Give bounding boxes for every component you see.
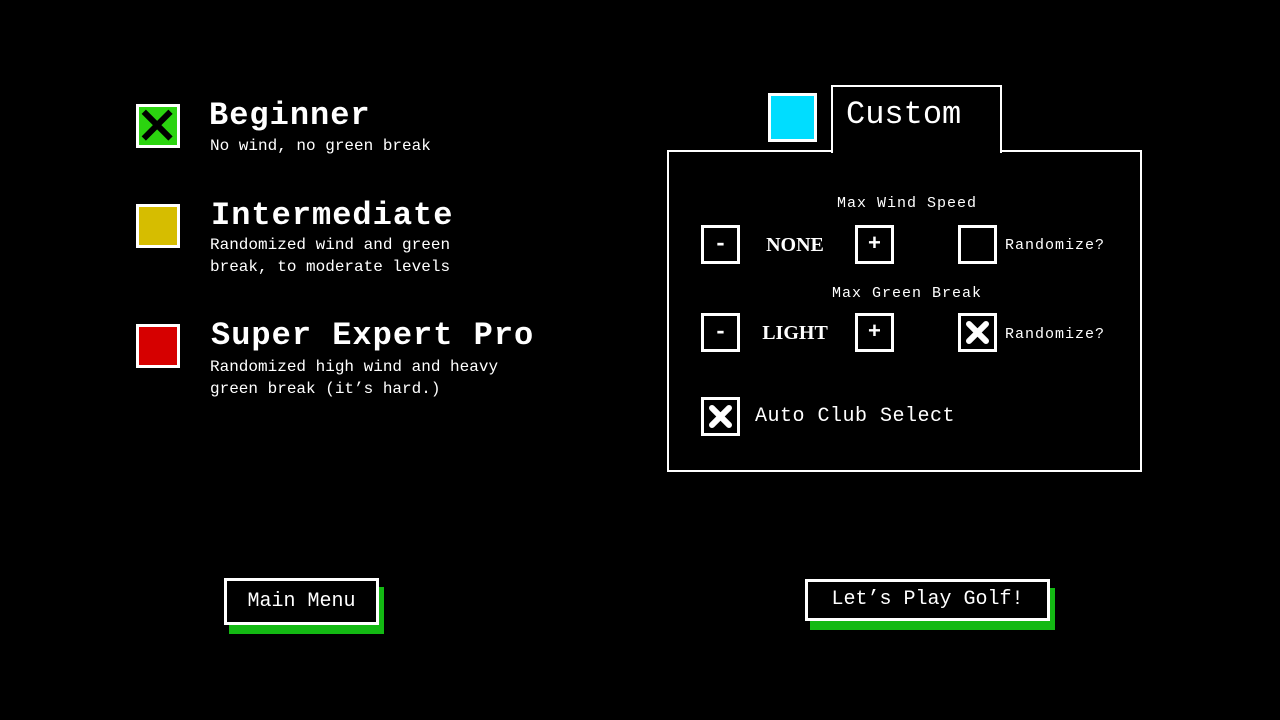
check-x-icon	[709, 405, 732, 428]
max-wind-speed-label: Max Wind Speed	[837, 195, 978, 212]
check-x-icon	[966, 321, 989, 344]
auto-club-select-checkbox[interactable]	[701, 397, 740, 436]
custom-swatch[interactable]	[768, 93, 817, 142]
super-expert-pro-swatch[interactable]	[136, 324, 180, 368]
difficulty-title-beginner[interactable]: Beginner	[209, 100, 371, 132]
difficulty-title-super-expert-pro[interactable]: Super Expert Pro	[211, 320, 534, 352]
lets-play-golf-button[interactable]: Let’s Play Golf!	[805, 579, 1050, 621]
wind-randomize-label: Randomize?	[1005, 237, 1106, 254]
difficulty-desc-intermediate: Randomized wind and green break, to mode…	[210, 236, 451, 276]
green-randomize-checkbox[interactable]	[958, 313, 997, 352]
green-randomize-label: Randomize?	[1005, 326, 1106, 343]
beginner-swatch[interactable]	[136, 104, 180, 148]
plus-icon: +	[867, 320, 882, 345]
minus-icon: -	[713, 232, 728, 257]
custom-tab-label[interactable]: Custom	[846, 97, 961, 133]
main-menu-button[interactable]: Main Menu	[224, 578, 379, 625]
wind-value: NONE	[766, 234, 824, 256]
main-menu-label: Main Menu	[247, 589, 356, 613]
plus-icon: +	[867, 232, 882, 257]
wind-increase-button[interactable]: +	[855, 225, 894, 264]
intermediate-swatch[interactable]	[136, 204, 180, 248]
wind-decrease-button[interactable]: -	[701, 225, 740, 264]
x-mark-icon	[141, 109, 173, 141]
green-increase-button[interactable]: +	[855, 313, 894, 352]
max-green-break-label: Max Green Break	[832, 285, 983, 302]
difficulty-desc-super-expert-pro: Randomized high wind and heavy green bre…	[210, 358, 499, 398]
difficulty-desc-beginner: No wind, no green break	[210, 137, 431, 155]
minus-icon: -	[713, 320, 728, 345]
green-decrease-button[interactable]: -	[701, 313, 740, 352]
difficulty-title-intermediate[interactable]: Intermediate	[211, 200, 453, 232]
lets-play-golf-label: Let’s Play Golf!	[831, 588, 1024, 611]
green-value: LIGHT	[762, 322, 828, 344]
wind-randomize-checkbox[interactable]	[958, 225, 997, 264]
auto-club-select-label: Auto Club Select	[755, 405, 956, 428]
